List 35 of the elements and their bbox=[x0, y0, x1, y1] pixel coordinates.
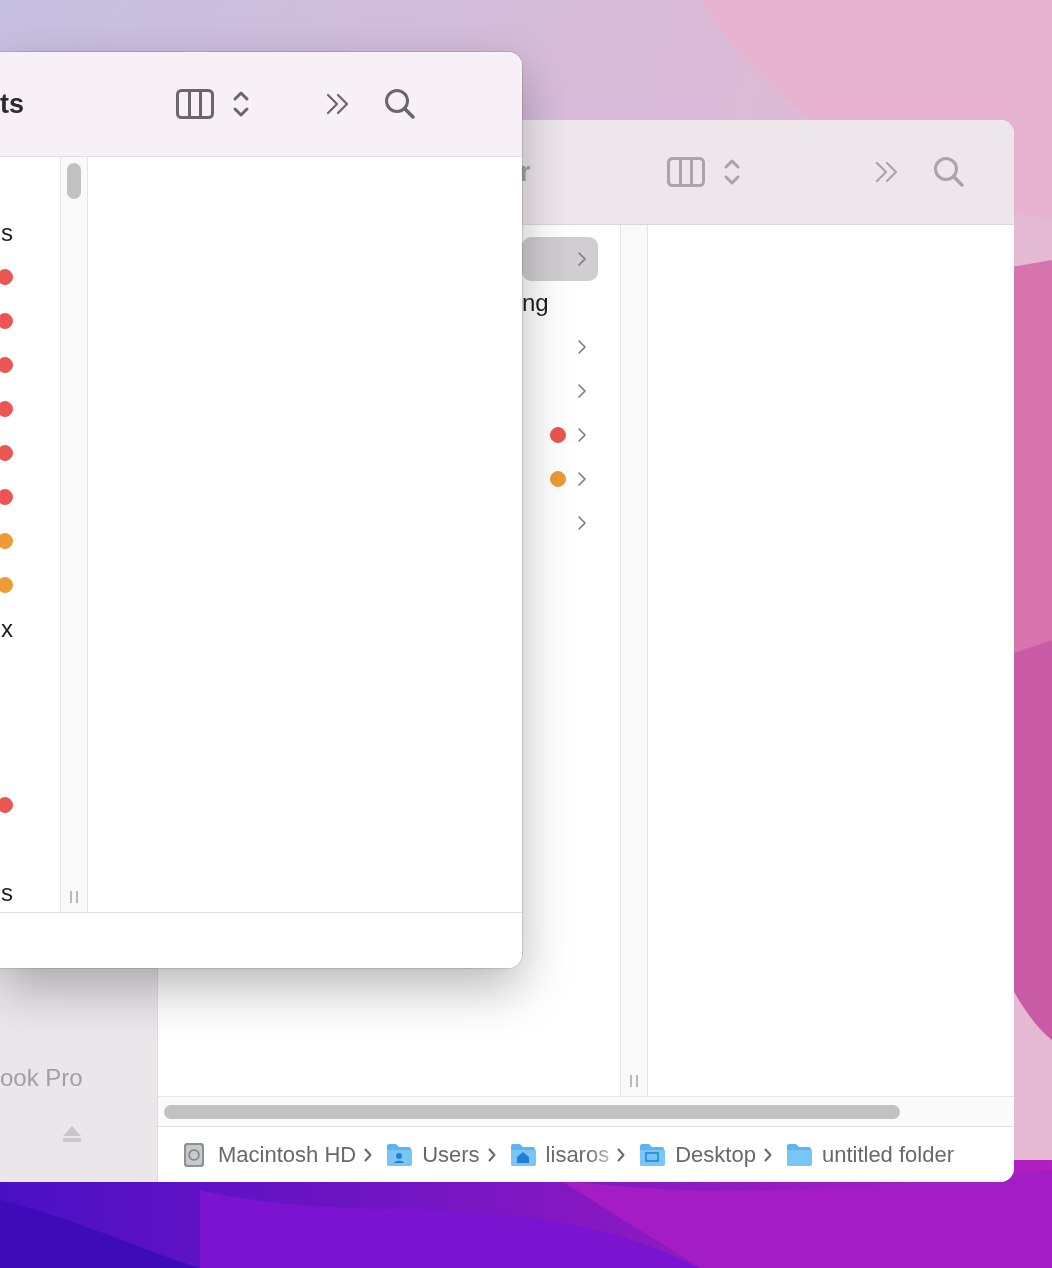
path-item[interactable]: Macintosh HD bbox=[218, 1141, 357, 1168]
folder-icon bbox=[386, 1141, 413, 1168]
chevron-right-icon bbox=[763, 1147, 772, 1162]
path-item[interactable]: Users bbox=[422, 1141, 480, 1168]
selected-row[interactable] bbox=[522, 237, 598, 281]
chevron-right-icon bbox=[364, 1147, 373, 1162]
folder-icon bbox=[639, 1141, 666, 1168]
column-view-icon[interactable] bbox=[176, 89, 214, 119]
file-name: s bbox=[1, 879, 13, 907]
scroll-thumb[interactable] bbox=[164, 1104, 900, 1119]
column-resize-icon[interactable] bbox=[629, 1074, 639, 1088]
chevron-right-icon bbox=[577, 427, 587, 443]
chevron-right-icon bbox=[577, 471, 587, 487]
file-name: x bbox=[1, 615, 13, 643]
path-item[interactable]: untitled folder bbox=[821, 1141, 954, 1168]
search-icon[interactable] bbox=[384, 88, 416, 120]
up-down-chevron-icon[interactable] bbox=[232, 89, 250, 119]
file-name: ng bbox=[522, 289, 550, 317]
chevron-right-icon bbox=[577, 383, 587, 399]
file-name: s bbox=[1, 219, 13, 247]
list-row[interactable]: ng bbox=[522, 281, 598, 325]
column-resize-icon[interactable] bbox=[69, 890, 79, 904]
chevron-right-icon bbox=[487, 1147, 496, 1162]
chevron-right-icon bbox=[617, 1147, 626, 1162]
window-title: ts bbox=[0, 88, 24, 120]
scroll-thumb[interactable] bbox=[67, 163, 81, 199]
chevron-right-icon bbox=[577, 339, 587, 355]
folder-icon bbox=[509, 1141, 536, 1168]
path-item[interactable]: Desktop bbox=[675, 1141, 756, 1168]
chevron-right-icon bbox=[577, 515, 587, 531]
folder-icon bbox=[785, 1141, 812, 1168]
chevron-right-icon bbox=[577, 251, 587, 267]
window-title: r bbox=[520, 156, 531, 188]
eject-icon[interactable] bbox=[62, 1125, 82, 1143]
double-chevron-icon[interactable] bbox=[326, 93, 350, 115]
